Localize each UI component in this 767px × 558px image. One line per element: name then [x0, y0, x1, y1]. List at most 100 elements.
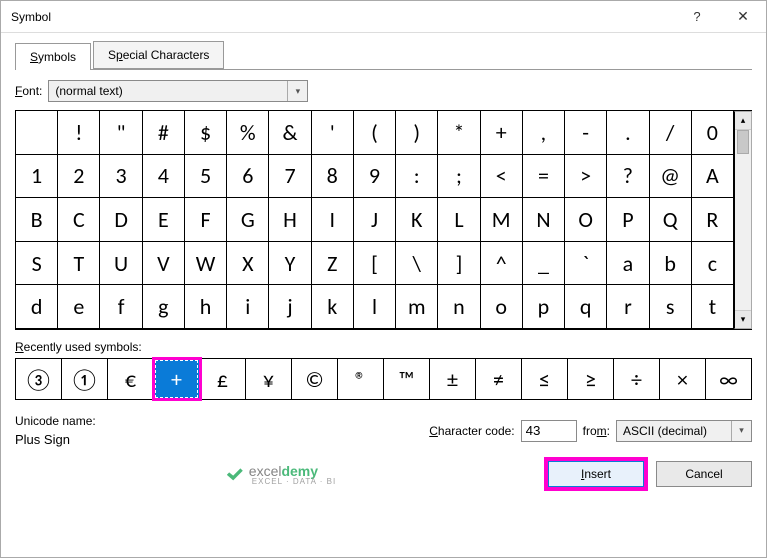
recent-symbol-cell[interactable]: ≥ — [568, 359, 614, 399]
recent-symbol-cell[interactable]: € — [108, 359, 154, 399]
recent-symbol-cell[interactable]: ÷ — [614, 359, 660, 399]
symbol-cell[interactable]: - — [565, 111, 607, 155]
recent-symbol-cell[interactable]: £ — [200, 359, 246, 399]
symbol-cell[interactable]: b — [650, 242, 692, 286]
symbol-cell[interactable]: * — [438, 111, 480, 155]
symbol-cell[interactable]: Z — [312, 242, 354, 286]
symbol-cell[interactable]: , — [523, 111, 565, 155]
symbol-cell[interactable]: _ — [523, 242, 565, 286]
symbol-cell[interactable]: 4 — [143, 155, 185, 199]
symbol-cell[interactable]: ? — [607, 155, 649, 199]
symbol-cell[interactable]: 3 — [100, 155, 142, 199]
symbol-cell[interactable]: / — [650, 111, 692, 155]
symbol-cell[interactable]: ( — [354, 111, 396, 155]
symbol-cell[interactable]: t — [692, 285, 734, 329]
symbol-cell[interactable]: E — [143, 198, 185, 242]
symbol-cell[interactable]: e — [58, 285, 100, 329]
symbol-cell[interactable]: Y — [269, 242, 311, 286]
symbol-cell[interactable]: . — [607, 111, 649, 155]
symbol-cell[interactable]: l — [354, 285, 396, 329]
symbol-cell[interactable]: B — [16, 198, 58, 242]
symbol-cell[interactable]: c — [692, 242, 734, 286]
scroll-up-icon[interactable]: ▴ — [735, 112, 751, 130]
symbol-cell[interactable]: q — [565, 285, 607, 329]
symbol-cell[interactable]: $ — [185, 111, 227, 155]
symbol-cell[interactable]: f — [100, 285, 142, 329]
symbol-cell[interactable]: \ — [396, 242, 438, 286]
symbol-cell[interactable] — [16, 111, 58, 155]
close-button[interactable]: ✕ — [720, 1, 766, 33]
symbol-cell[interactable]: 1 — [16, 155, 58, 199]
symbol-cell[interactable]: O — [565, 198, 607, 242]
symbol-cell[interactable]: ; — [438, 155, 480, 199]
symbol-cell[interactable]: L — [438, 198, 480, 242]
help-button[interactable]: ? — [674, 1, 720, 33]
insert-button[interactable]: Insert — [548, 461, 644, 487]
symbol-cell[interactable]: D — [100, 198, 142, 242]
symbol-cell[interactable]: C — [58, 198, 100, 242]
symbol-cell[interactable]: H — [269, 198, 311, 242]
symbol-cell[interactable]: i — [227, 285, 269, 329]
symbol-cell[interactable]: M — [481, 198, 523, 242]
symbol-cell[interactable]: > — [565, 155, 607, 199]
symbol-cell[interactable]: h — [185, 285, 227, 329]
recent-symbol-cell[interactable]: ① — [62, 359, 108, 399]
symbol-cell[interactable]: 0 — [692, 111, 734, 155]
symbol-cell[interactable]: p — [523, 285, 565, 329]
recent-symbol-cell[interactable]: ③ — [16, 359, 62, 399]
symbol-cell[interactable]: j — [269, 285, 311, 329]
tab-symbols[interactable]: Symbols — [15, 43, 91, 70]
recent-symbol-cell[interactable]: × — [660, 359, 706, 399]
symbol-cell[interactable]: % — [227, 111, 269, 155]
character-code-input[interactable] — [521, 420, 577, 442]
symbol-cell[interactable]: I — [312, 198, 354, 242]
recent-symbol-cell[interactable]: © — [292, 359, 338, 399]
symbol-cell[interactable]: s — [650, 285, 692, 329]
symbol-grid-scrollbar[interactable]: ▴ ▾ — [734, 111, 752, 329]
symbol-cell[interactable]: ! — [58, 111, 100, 155]
symbol-cell[interactable]: 9 — [354, 155, 396, 199]
symbol-cell[interactable]: < — [481, 155, 523, 199]
recent-symbol-cell[interactable]: ± — [430, 359, 476, 399]
scroll-down-icon[interactable]: ▾ — [735, 310, 751, 328]
symbol-cell[interactable]: a — [607, 242, 649, 286]
recent-symbol-cell[interactable]: ® — [338, 359, 384, 399]
symbol-cell[interactable]: r — [607, 285, 649, 329]
symbol-cell[interactable]: : — [396, 155, 438, 199]
from-select[interactable]: ASCII (decimal) ▾ — [616, 420, 752, 442]
symbol-cell[interactable]: N — [523, 198, 565, 242]
tab-special-characters[interactable]: Special Characters — [93, 41, 224, 69]
symbol-cell[interactable]: d — [16, 285, 58, 329]
symbol-cell[interactable]: W — [185, 242, 227, 286]
symbol-cell[interactable]: U — [100, 242, 142, 286]
symbol-cell[interactable]: 2 — [58, 155, 100, 199]
symbol-cell[interactable]: 7 — [269, 155, 311, 199]
symbol-cell[interactable]: X — [227, 242, 269, 286]
symbol-cell[interactable]: k — [312, 285, 354, 329]
symbol-cell[interactable]: ) — [396, 111, 438, 155]
recent-symbol-cell[interactable]: ≤ — [522, 359, 568, 399]
recent-symbol-cell[interactable]: ≠ — [476, 359, 522, 399]
symbol-cell[interactable]: m — [396, 285, 438, 329]
symbol-cell[interactable]: P — [607, 198, 649, 242]
recent-symbol-cell[interactable]: ™ — [384, 359, 430, 399]
symbol-cell[interactable]: [ — [354, 242, 396, 286]
symbol-cell[interactable]: @ — [650, 155, 692, 199]
cancel-button[interactable]: Cancel — [656, 461, 752, 487]
symbol-cell[interactable]: n — [438, 285, 480, 329]
symbol-cell[interactable]: S — [16, 242, 58, 286]
scroll-thumb[interactable] — [737, 130, 749, 154]
symbol-cell[interactable]: o — [481, 285, 523, 329]
recent-symbol-cell[interactable]: + — [154, 359, 200, 399]
symbol-cell[interactable]: F — [185, 198, 227, 242]
font-select[interactable]: (normal text) ▾ — [48, 80, 308, 102]
symbol-cell[interactable]: Q — [650, 198, 692, 242]
symbol-cell[interactable]: 5 — [185, 155, 227, 199]
symbol-cell[interactable]: & — [269, 111, 311, 155]
symbol-cell[interactable]: ' — [312, 111, 354, 155]
symbol-cell[interactable]: A — [692, 155, 734, 199]
symbol-cell[interactable]: V — [143, 242, 185, 286]
symbol-cell[interactable]: 8 — [312, 155, 354, 199]
symbol-cell[interactable]: G — [227, 198, 269, 242]
symbol-cell[interactable]: ` — [565, 242, 607, 286]
